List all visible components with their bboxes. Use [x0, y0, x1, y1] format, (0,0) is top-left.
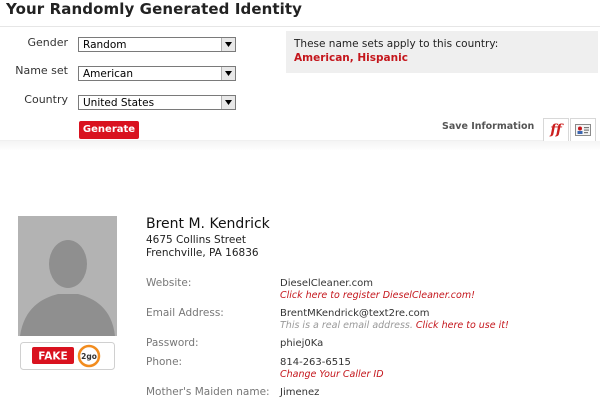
website-label: Website:	[146, 277, 192, 289]
nameset-label: Name set	[15, 64, 68, 77]
maiden-name-value: Jimenez	[280, 387, 320, 398]
country-label: Country	[24, 93, 68, 106]
email-label: Email Address:	[146, 307, 224, 319]
title-divider	[0, 26, 600, 27]
email-note: This is a real email address. Click here…	[280, 320, 509, 331]
street-address: 4675 Collins Street	[146, 234, 246, 246]
password-value: phiej0Ka	[280, 338, 324, 349]
togo-logo-text: 2go	[81, 352, 97, 361]
gender-select-value: Random	[83, 39, 127, 51]
fake-name-logo[interactable]: FAKE 2go	[20, 342, 115, 370]
dropdown-arrow-icon[interactable]	[221, 38, 235, 51]
ff-tab[interactable]: ff	[543, 118, 569, 141]
dropdown-arrow-icon[interactable]	[221, 67, 235, 80]
avatar	[18, 216, 117, 336]
email-value: BrentMKendrick@text2re.com	[280, 308, 430, 319]
nameset-select[interactable]: American	[78, 66, 236, 81]
email-note-text: This is a real email address.	[280, 320, 413, 331]
save-information-link[interactable]: Save Information	[442, 121, 534, 132]
contact-card-tab[interactable]	[570, 118, 596, 141]
section-shadow	[0, 141, 600, 151]
gender-select[interactable]: Random	[78, 37, 236, 52]
website-value: DieselCleaner.com	[280, 278, 374, 289]
country-select[interactable]: United States	[78, 95, 236, 110]
dropdown-arrow-icon[interactable]	[221, 96, 235, 109]
notice-nameset-links[interactable]: American, Hispanic	[294, 52, 408, 64]
generate-button[interactable]: Generate	[79, 121, 139, 139]
phone-label: Phone:	[146, 356, 183, 368]
use-email-link[interactable]: Click here to use it!	[416, 320, 509, 331]
notice-text: These name sets apply to this country:	[294, 38, 499, 50]
fake-logo-text: FAKE	[38, 351, 67, 363]
caller-id-link[interactable]: Change Your Caller ID	[280, 369, 384, 380]
country-select-value: United States	[83, 97, 155, 109]
gender-label: Gender	[27, 36, 68, 49]
contact-card-icon	[575, 124, 591, 136]
register-website-link[interactable]: Click here to register DieselCleaner.com…	[280, 290, 475, 301]
maiden-name-label: Mother's Maiden name:	[146, 386, 270, 398]
page-title: Your Randomly Generated Identity	[6, 0, 303, 18]
person-silhouette-icon	[18, 216, 117, 336]
password-label: Password:	[146, 337, 199, 349]
identity-name: Brent M. Kendrick	[146, 216, 270, 232]
phone-value: 814-263-6515	[280, 357, 351, 368]
nameset-select-value: American	[83, 68, 133, 80]
nameset-notice: These name sets apply to this country: A…	[286, 31, 598, 73]
city-state-zip: Frenchville, PA 16836	[146, 247, 259, 259]
